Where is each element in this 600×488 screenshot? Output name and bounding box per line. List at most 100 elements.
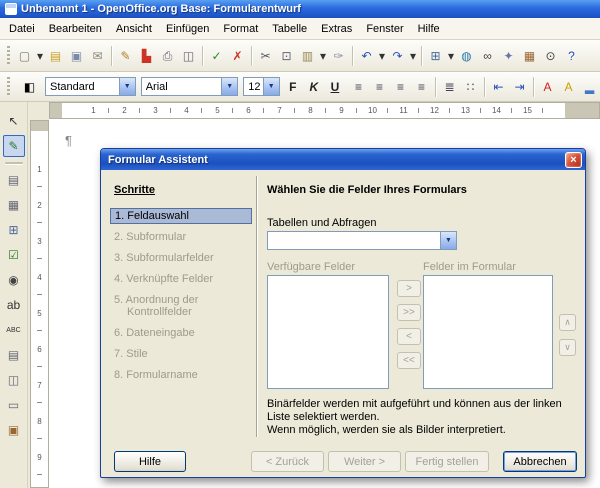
font-color-icon[interactable]: A bbox=[537, 76, 558, 97]
separator bbox=[251, 46, 252, 66]
open-icon[interactable]: ▤ bbox=[45, 45, 66, 66]
redo-dropdown-icon[interactable]: ▾ bbox=[408, 45, 418, 66]
select-icon[interactable]: ↖ bbox=[3, 110, 25, 132]
list-box-icon[interactable]: ▤ bbox=[3, 344, 25, 366]
push-button-icon[interactable]: ▭ bbox=[3, 394, 25, 416]
menu-einfuegen[interactable]: Einfügen bbox=[159, 20, 216, 38]
cut-icon[interactable]: ✂ bbox=[255, 45, 276, 66]
export-pdf-icon[interactable]: ▙ bbox=[136, 45, 157, 66]
increase-indent-icon[interactable]: ⇥ bbox=[509, 76, 530, 97]
chevron-down-icon[interactable]: ▼ bbox=[263, 78, 279, 95]
step-subformular[interactable]: 2. Subformular bbox=[110, 229, 252, 245]
step-stile[interactable]: 7. Stile bbox=[110, 346, 252, 362]
hyperlink-icon[interactable]: ◍ bbox=[456, 45, 477, 66]
menu-datei[interactable]: Datei bbox=[2, 20, 42, 38]
table-dropdown-icon[interactable]: ▾ bbox=[446, 45, 456, 66]
menu-format[interactable]: Format bbox=[216, 20, 265, 38]
available-fields-list[interactable] bbox=[267, 275, 389, 389]
align-left-icon[interactable]: ≡ bbox=[348, 76, 369, 97]
background-color-icon[interactable]: ▂ bbox=[579, 76, 600, 97]
align-justify-icon[interactable]: ≡ bbox=[411, 76, 432, 97]
menu-extras[interactable]: Extras bbox=[314, 20, 359, 38]
dialog-titlebar[interactable]: Formular Assistent × bbox=[101, 149, 585, 170]
form-properties-icon[interactable]: ▦ bbox=[3, 194, 25, 216]
step-formularname[interactable]: 8. Formularname bbox=[110, 367, 252, 383]
paragraph-style-combobox[interactable]: Standard ▼ bbox=[45, 77, 136, 96]
decrease-indent-icon[interactable]: ⇤ bbox=[488, 76, 509, 97]
email-icon[interactable]: ✉ bbox=[87, 45, 108, 66]
spellcheck-icon[interactable]: ✓ bbox=[206, 45, 227, 66]
find-icon[interactable]: ∞ bbox=[477, 45, 498, 66]
gallery-icon[interactable]: ▦ bbox=[519, 45, 540, 66]
navigator-icon[interactable]: ✦ bbox=[498, 45, 519, 66]
styles-window-icon[interactable]: ◧ bbox=[19, 76, 40, 97]
bullets-icon[interactable]: ∷ bbox=[460, 76, 481, 97]
highlighting-icon[interactable]: A bbox=[558, 76, 579, 97]
text-box-icon[interactable]: ab bbox=[3, 294, 25, 316]
step-anordnung[interactable]: 5. Anordnung der Kontrollfelder bbox=[110, 292, 252, 320]
toolbar-gripper[interactable] bbox=[7, 77, 10, 97]
page-preview-icon[interactable]: ◫ bbox=[178, 45, 199, 66]
new-document-icon[interactable]: ▢ bbox=[14, 45, 35, 66]
form-fields-list[interactable] bbox=[423, 275, 553, 389]
font-name-combobox[interactable]: Arial ▼ bbox=[141, 77, 239, 96]
undo-dropdown-icon[interactable]: ▾ bbox=[377, 45, 387, 66]
chevron-down-icon[interactable]: ▼ bbox=[119, 78, 135, 95]
next-button[interactable]: Weiter > bbox=[328, 451, 401, 472]
combo-box-icon[interactable]: ◫ bbox=[3, 369, 25, 391]
underline-button[interactable]: U bbox=[327, 77, 343, 97]
edit-file-icon[interactable]: ✎ bbox=[115, 45, 136, 66]
move-up-button[interactable]: ∧ bbox=[559, 314, 576, 331]
print-icon[interactable]: ⎙ bbox=[157, 45, 178, 66]
format-paintbrush-icon[interactable]: ✑ bbox=[328, 45, 349, 66]
align-center-icon[interactable]: ≡ bbox=[369, 76, 390, 97]
redo-icon[interactable]: ↷ bbox=[387, 45, 408, 66]
copy-icon[interactable]: ⊡ bbox=[276, 45, 297, 66]
numbering-icon[interactable]: ≣ bbox=[439, 76, 460, 97]
chevron-down-icon[interactable]: ▼ bbox=[440, 232, 456, 249]
toolbar-gripper[interactable] bbox=[7, 46, 10, 66]
undo-icon[interactable]: ↶ bbox=[356, 45, 377, 66]
form-navigator-icon[interactable]: ⊞ bbox=[3, 219, 25, 241]
menu-bearbeiten[interactable]: Bearbeiten bbox=[42, 20, 109, 38]
checkbox-control-icon[interactable]: ☑ bbox=[3, 244, 25, 266]
label-field-icon[interactable]: ABC bbox=[3, 319, 25, 341]
move-all-right-button[interactable]: >> bbox=[397, 304, 421, 321]
option-button-icon[interactable]: ◉ bbox=[3, 269, 25, 291]
align-right-icon[interactable]: ≡ bbox=[390, 76, 411, 97]
zoom-icon[interactable]: ⊙ bbox=[540, 45, 561, 66]
step-dateneingabe[interactable]: 6. Dateneingabe bbox=[110, 325, 252, 341]
control-properties-icon[interactable]: ▤ bbox=[3, 169, 25, 191]
paste-dropdown-icon[interactable]: ▾ bbox=[318, 45, 328, 66]
menu-ansicht[interactable]: Ansicht bbox=[109, 20, 159, 38]
bold-button[interactable]: F bbox=[285, 77, 301, 97]
help-icon[interactable]: ? bbox=[561, 45, 582, 66]
step-subformularfelder[interactable]: 3. Subformularfelder bbox=[110, 250, 252, 266]
font-size-combobox[interactable]: 12 ▼ bbox=[243, 77, 280, 96]
menu-tabelle[interactable]: Tabelle bbox=[265, 20, 314, 38]
move-left-button[interactable]: < bbox=[397, 328, 421, 345]
back-button[interactable]: < Zurück bbox=[251, 451, 324, 472]
paste-icon[interactable]: ▥ bbox=[297, 45, 318, 66]
auto-spellcheck-icon[interactable]: ✗ bbox=[227, 45, 248, 66]
step-verknuepfte-felder[interactable]: 4. Verknüpfte Felder bbox=[110, 271, 252, 287]
menu-hilfe[interactable]: Hilfe bbox=[411, 20, 447, 38]
tables-combobox[interactable]: ▼ bbox=[267, 231, 457, 250]
save-icon[interactable]: ▣ bbox=[66, 45, 87, 66]
step-feldauswahl[interactable]: 1. Feldauswahl bbox=[110, 208, 252, 224]
design-mode-icon[interactable]: ✎ bbox=[3, 135, 25, 157]
finish-button[interactable]: Fertig stellen bbox=[405, 451, 489, 472]
close-button[interactable]: × bbox=[565, 152, 582, 168]
new-dropdown-icon[interactable]: ▾ bbox=[35, 45, 45, 66]
move-down-button[interactable]: ∨ bbox=[559, 339, 576, 356]
cancel-button[interactable]: Abbrechen bbox=[503, 451, 577, 472]
chevron-down-icon[interactable]: ▼ bbox=[221, 78, 237, 95]
insert-table-icon[interactable]: ⊞ bbox=[425, 45, 446, 66]
move-all-left-button[interactable]: << bbox=[397, 352, 421, 369]
image-control-icon[interactable]: ▣ bbox=[3, 419, 25, 441]
italic-button[interactable]: K bbox=[306, 77, 322, 97]
titlebar[interactable]: Unbenannt 1 - OpenOffice.org Base: Formu… bbox=[0, 0, 600, 18]
help-button[interactable]: Hilfe bbox=[114, 451, 186, 472]
move-right-button[interactable]: > bbox=[397, 280, 421, 297]
menu-fenster[interactable]: Fenster bbox=[359, 20, 410, 38]
